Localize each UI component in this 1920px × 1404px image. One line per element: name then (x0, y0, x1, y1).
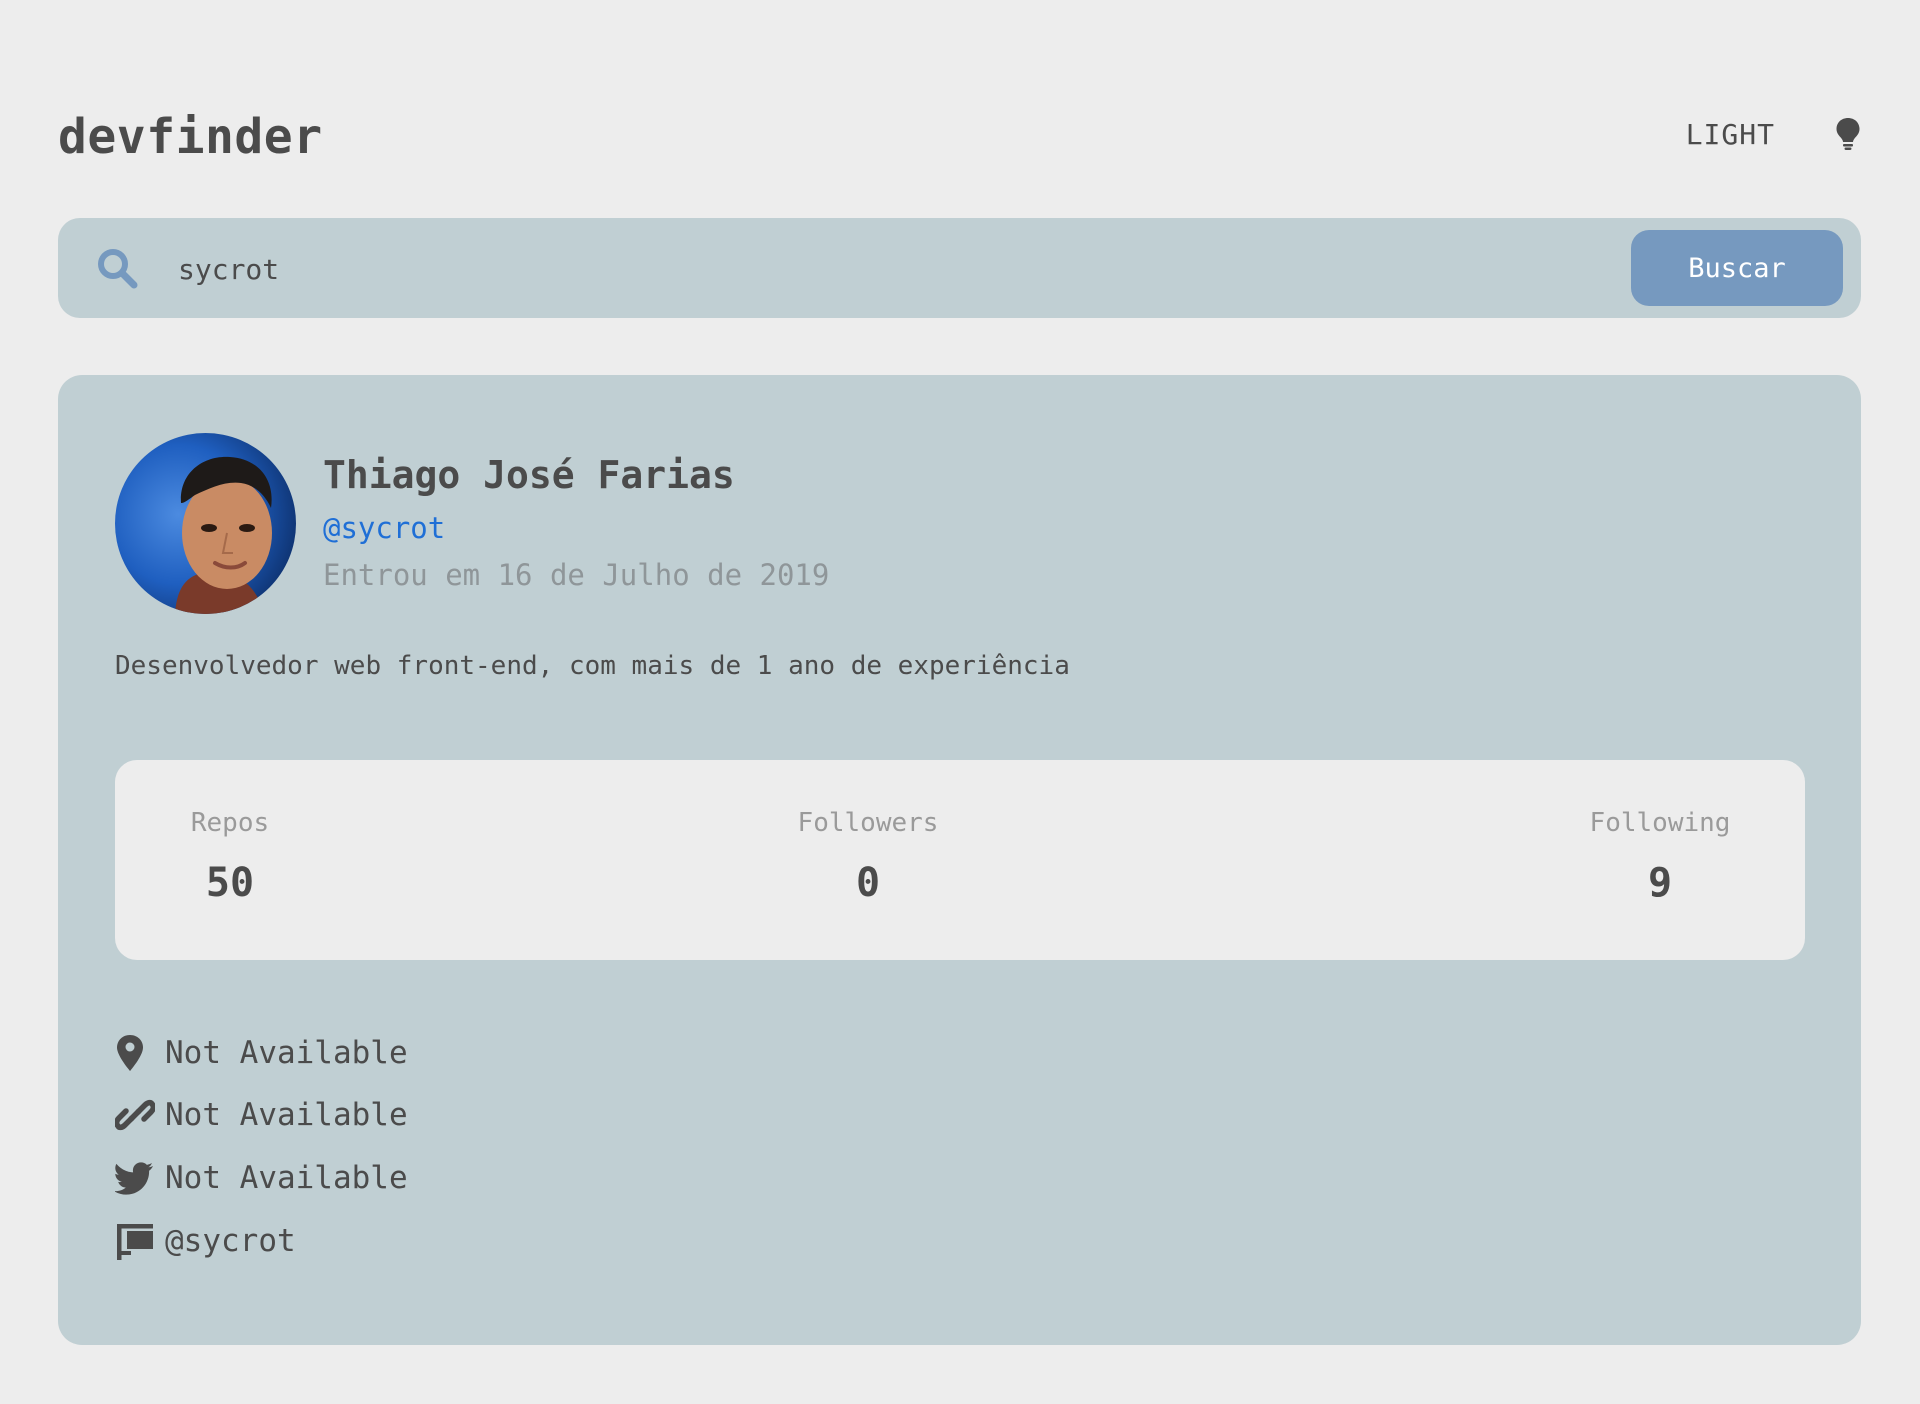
search-bar: Buscar (58, 218, 1861, 318)
lightbulb-icon (1836, 118, 1860, 150)
location-pin-icon (117, 1035, 143, 1071)
header: devfinder LIGHT (58, 95, 1861, 181)
twitter-icon (115, 1162, 153, 1195)
stat-followers-label: Followers (797, 808, 939, 838)
avatar (115, 433, 296, 614)
stat-following: Following 9 (1585, 808, 1735, 906)
link-location: Not Available (115, 1033, 408, 1073)
stat-following-value: 9 (1647, 860, 1673, 906)
profile-joined-date: Entrou em 16 de Julho de 2019 (323, 558, 830, 592)
search-input[interactable] (176, 238, 1280, 300)
app-logo: devfinder (58, 109, 323, 165)
twitter-text: Not Available (165, 1160, 408, 1196)
theme-toggle[interactable]: LIGHT (1686, 117, 1861, 151)
company-building-icon (117, 1224, 153, 1260)
stats-box: Repos 50 Followers 0 Following 9 (115, 760, 1805, 960)
search-button[interactable]: Buscar (1631, 230, 1843, 306)
stat-following-label: Following (1589, 808, 1731, 838)
link-blog[interactable]: Not Available (115, 1095, 408, 1135)
stat-followers-value: 0 (855, 860, 881, 906)
profile-card: Thiago José Farias @sycrot Entrou em 16 … (58, 375, 1861, 1345)
location-text: Not Available (165, 1035, 408, 1071)
stat-repos-value: 50 (205, 860, 255, 906)
blog-text: Not Available (165, 1097, 408, 1133)
stat-repos: Repos 50 (175, 808, 285, 906)
link-chain-icon (115, 1099, 155, 1131)
theme-toggle-label: LIGHT (1685, 117, 1775, 151)
company-text: @sycrot (165, 1223, 296, 1259)
stat-followers: Followers 0 (783, 808, 953, 906)
link-company: @sycrot (115, 1221, 296, 1261)
search-icon (98, 249, 138, 289)
link-twitter[interactable]: Not Available (115, 1158, 408, 1198)
profile-login-link[interactable]: @sycrot (323, 511, 445, 545)
profile-bio: Desenvolvedor web front-end, com mais de… (115, 651, 1070, 681)
profile-name: Thiago José Farias (323, 453, 735, 497)
stat-repos-label: Repos (190, 808, 270, 838)
